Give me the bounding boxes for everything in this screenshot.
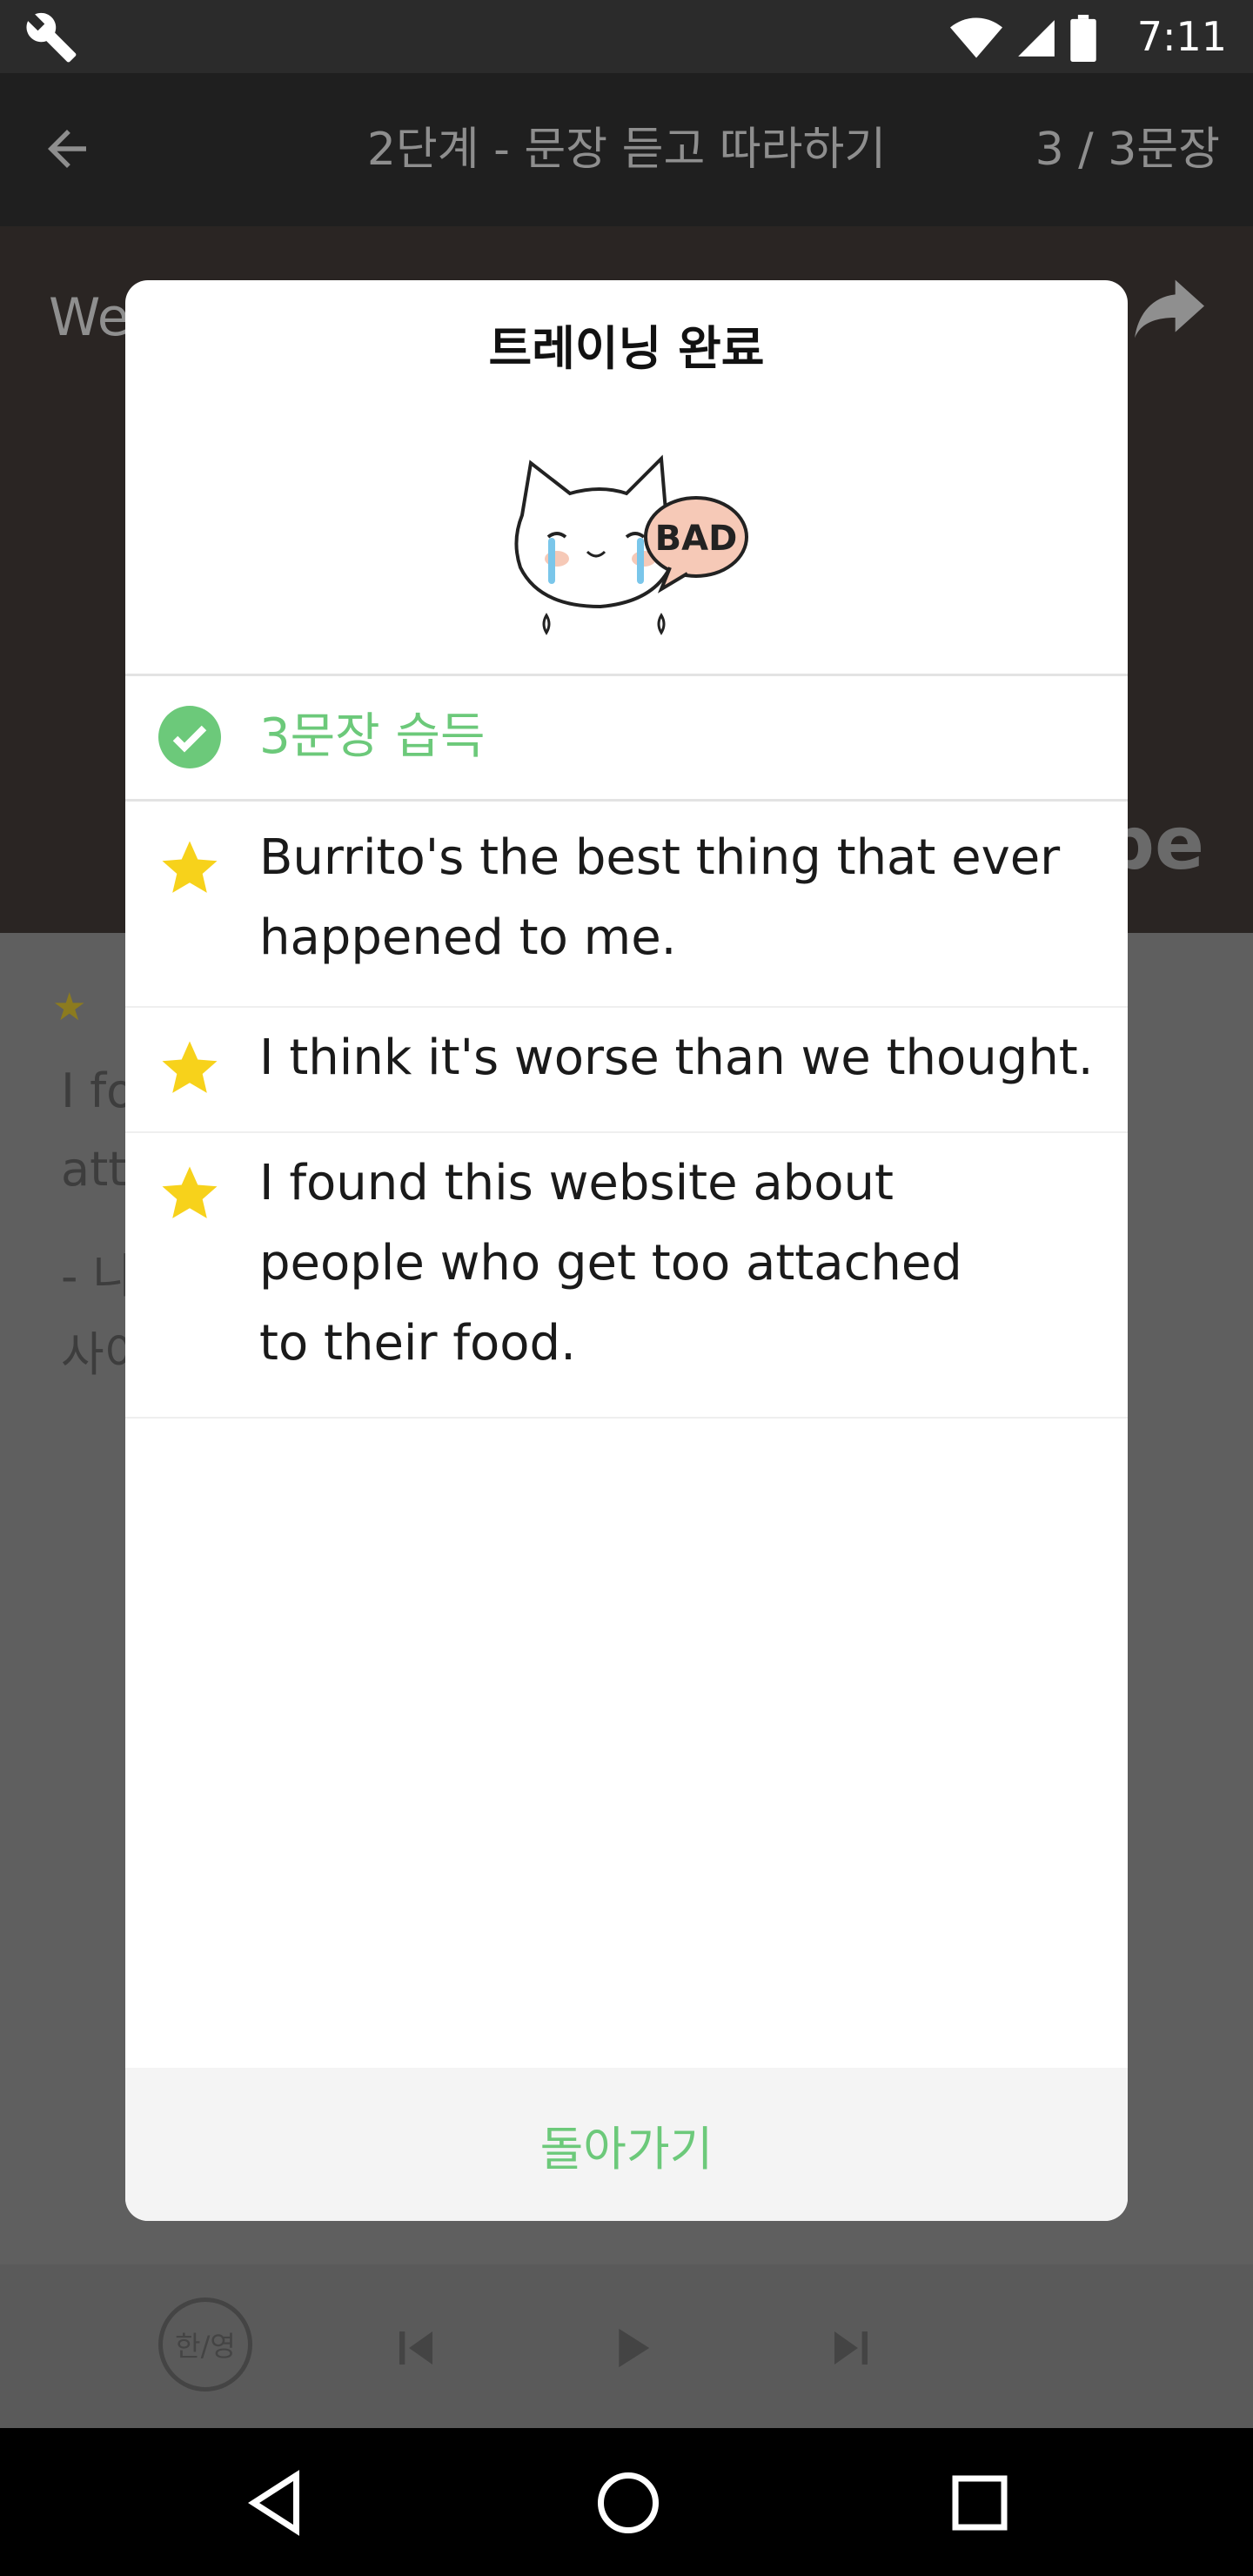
nav-recents-icon[interactable] [943,2466,1016,2539]
sentences-acquired-label: 3문장 습득 [259,708,486,765]
star-icon [162,841,218,893]
clock: 7:11 [1136,13,1227,60]
divider [125,1006,1128,1008]
nav-home-icon[interactable] [592,2466,665,2539]
app-bar: 2단계 - 문장 듣고 따라하기 3 / 3문장 [0,73,1253,226]
sentence-item: I think it's worse than we thought. [125,1018,1128,1131]
back-button[interactable]: 돌아가기 [125,2068,1128,2221]
check-circle-icon [158,706,221,768]
star-icon: ★ [52,985,87,1030]
divider [125,799,1128,802]
player-controls: 한/영 [0,2264,1253,2428]
battery-icon [1070,15,1096,62]
sentence-text: Burrito's the best thing that ever happe… [259,829,1061,966]
content-line: I fo [61,1063,136,1118]
nav-back-icon[interactable] [238,2466,312,2539]
system-navigation-bar [0,2428,1253,2576]
share-icon[interactable] [1135,278,1204,339]
signal-icon [1018,20,1055,57]
training-complete-dialog: 트레이닝 완료 BAD 3문장 습득 Burrito's the best th… [125,280,1128,2221]
sentence-text: I found this website about people who ge… [259,1155,962,1372]
wifi-icon [950,17,1002,58]
sentence-progress: 3 / 3문장 [1035,124,1220,176]
status-bar: 7:11 [0,0,1253,73]
summary-row: 3문장 습득 [125,675,1128,799]
wrench-icon [26,12,77,63]
skip-next-icon[interactable] [818,2315,884,2381]
skip-previous-icon[interactable] [383,2315,449,2381]
divider [125,1131,1128,1133]
crying-cat-mascot: BAD [514,454,748,635]
sentence-item: I found this website about people who ge… [125,1144,1128,1405]
star-icon [162,1166,218,1218]
mascot-badge-text: BAD [655,519,738,559]
sentence-item: Burrito's the best thing that ever happe… [125,818,1128,1010]
video-title: We [49,287,130,348]
sentence-text: I think it's worse than we thought. [259,1030,1094,1086]
divider [125,1417,1128,1419]
language-toggle-button[interactable]: 한/영 [158,2298,252,2392]
play-icon[interactable] [597,2315,663,2381]
star-icon [162,1041,218,1093]
dialog-title: 트레이닝 완료 [488,321,765,376]
